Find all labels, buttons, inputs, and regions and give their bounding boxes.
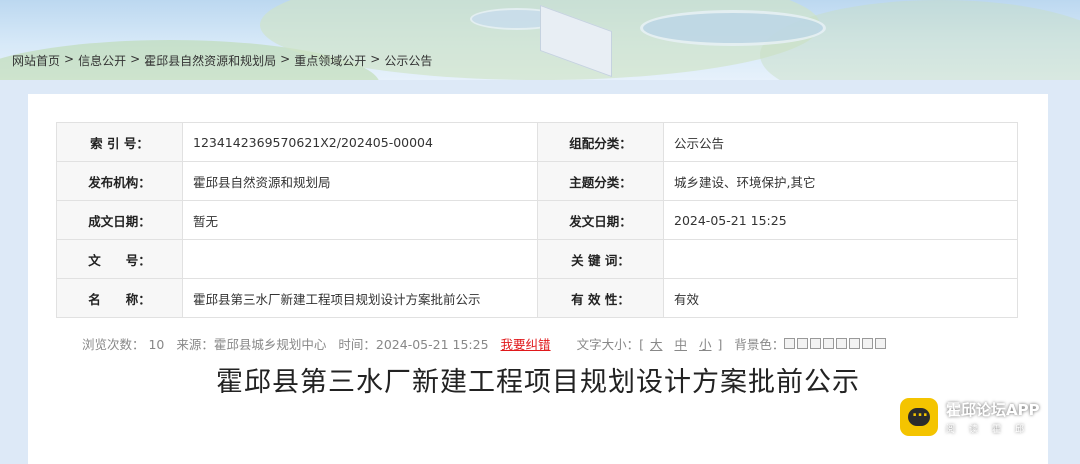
table-row: 发布机构： 霍邱县自然资源和规划局 主题分类： 城乡建设、环境保护,其它	[56, 161, 1018, 201]
publisher-value: 霍邱县自然资源和规划局	[182, 161, 538, 201]
table-row: 成文日期： 暂无 发文日期： 2024-05-21 15:25	[56, 200, 1018, 240]
created-date-label: 成文日期：	[56, 200, 183, 240]
article-time: 时间：2024-05-21 15:25	[338, 337, 489, 352]
breadcrumb-bureau[interactable]: 霍邱县自然资源和规划局	[144, 52, 276, 69]
metadata-table: 索 引 号： 1234142369570621X2/202405-00004 组…	[56, 122, 1018, 318]
bg-color-swatch[interactable]	[875, 338, 887, 349]
breadcrumb-separator: >	[280, 52, 291, 66]
index-label: 索 引 号：	[56, 122, 183, 162]
bg-color-swatch[interactable]	[810, 338, 822, 349]
issued-date-label: 发文日期：	[537, 200, 664, 240]
topic-value: 城乡建设、环境保护,其它	[663, 161, 1018, 201]
doc-number-label: 文 号：	[56, 239, 183, 279]
publisher-label: 发布机构：	[56, 161, 183, 201]
banner-tank	[640, 10, 826, 46]
index-value: 1234142369570621X2/202405-00004	[182, 122, 538, 162]
app-watermark: 霍邱论坛APP 阅读霍邱	[900, 398, 1040, 436]
content-panel: 索 引 号： 1234142369570621X2/202405-00004 组…	[28, 94, 1048, 464]
breadcrumb: 网站首页 > 信息公开 > 霍邱县自然资源和规划局 > 重点领域公开 > 公示公…	[12, 52, 432, 69]
table-row: 名 称： 霍邱县第三水厂新建工程项目规划设计方案批前公示 有 效 性： 有效	[56, 278, 1018, 318]
bg-color-swatch[interactable]	[862, 338, 874, 349]
watermark-title: 霍邱论坛APP	[946, 401, 1040, 419]
font-small-button[interactable]: 小	[699, 337, 712, 352]
name-value: 霍邱县第三水厂新建工程项目规划设计方案批前公示	[182, 278, 538, 318]
bg-color-swatch[interactable]	[823, 338, 835, 349]
doc-number-value	[182, 239, 538, 279]
breadcrumb-separator: >	[64, 52, 75, 66]
keywords-label: 关 键 词：	[537, 239, 664, 279]
category-value: 公示公告	[663, 122, 1018, 162]
article-info-bar: 浏览次数： 10 来源：霍邱县城乡规划中心 时间：2024-05-21 15:2…	[82, 334, 888, 353]
font-size-control: 文字大小：[ 大中小]	[577, 334, 723, 353]
font-size-bracket: ]	[717, 337, 723, 352]
breadcrumb-announcements[interactable]: 公示公告	[384, 52, 432, 69]
breadcrumb-home[interactable]: 网站首页	[12, 52, 60, 69]
chat-bubble-icon	[900, 398, 938, 436]
table-row: 文 号： 关 键 词：	[56, 239, 1018, 279]
validity-value: 有效	[663, 278, 1018, 318]
breadcrumb-key-areas[interactable]: 重点领域公开	[294, 52, 366, 69]
name-label: 名 称：	[56, 278, 183, 318]
topic-label: 主题分类：	[537, 161, 664, 201]
view-count: 浏览次数： 10	[82, 337, 165, 352]
created-date-value: 暂无	[182, 200, 538, 240]
bg-color-swatch[interactable]	[849, 338, 861, 349]
font-medium-button[interactable]: 中	[674, 337, 687, 352]
font-large-button[interactable]: 大	[650, 337, 663, 352]
bg-color-swatch[interactable]	[836, 338, 848, 349]
breadcrumb-separator: >	[130, 52, 141, 66]
bg-color-swatch[interactable]	[797, 338, 809, 349]
background-color-label: 背景色：	[734, 337, 785, 352]
report-error-link[interactable]: 我要纠错	[501, 334, 551, 353]
issued-date-value: 2024-05-21 15:25	[663, 200, 1018, 240]
table-row: 索 引 号： 1234142369570621X2/202405-00004 组…	[56, 122, 1018, 162]
keywords-value	[663, 239, 1018, 279]
watermark-text: 霍邱论坛APP 阅读霍邱	[946, 399, 1040, 435]
breadcrumb-separator: >	[370, 52, 381, 66]
watermark-subtitle: 阅读霍邱	[946, 425, 1039, 435]
article-title: 霍邱县第三水厂新建工程项目规划设计方案批前公示	[216, 367, 860, 398]
validity-label: 有 效 性：	[537, 278, 664, 318]
font-size-label: 文字大小：[	[576, 337, 644, 352]
category-label: 组配分类：	[537, 122, 664, 162]
article-source: 来源：霍邱县城乡规划中心	[176, 337, 327, 352]
bg-color-swatch[interactable]	[784, 338, 796, 349]
breadcrumb-info-public[interactable]: 信息公开	[78, 52, 126, 69]
